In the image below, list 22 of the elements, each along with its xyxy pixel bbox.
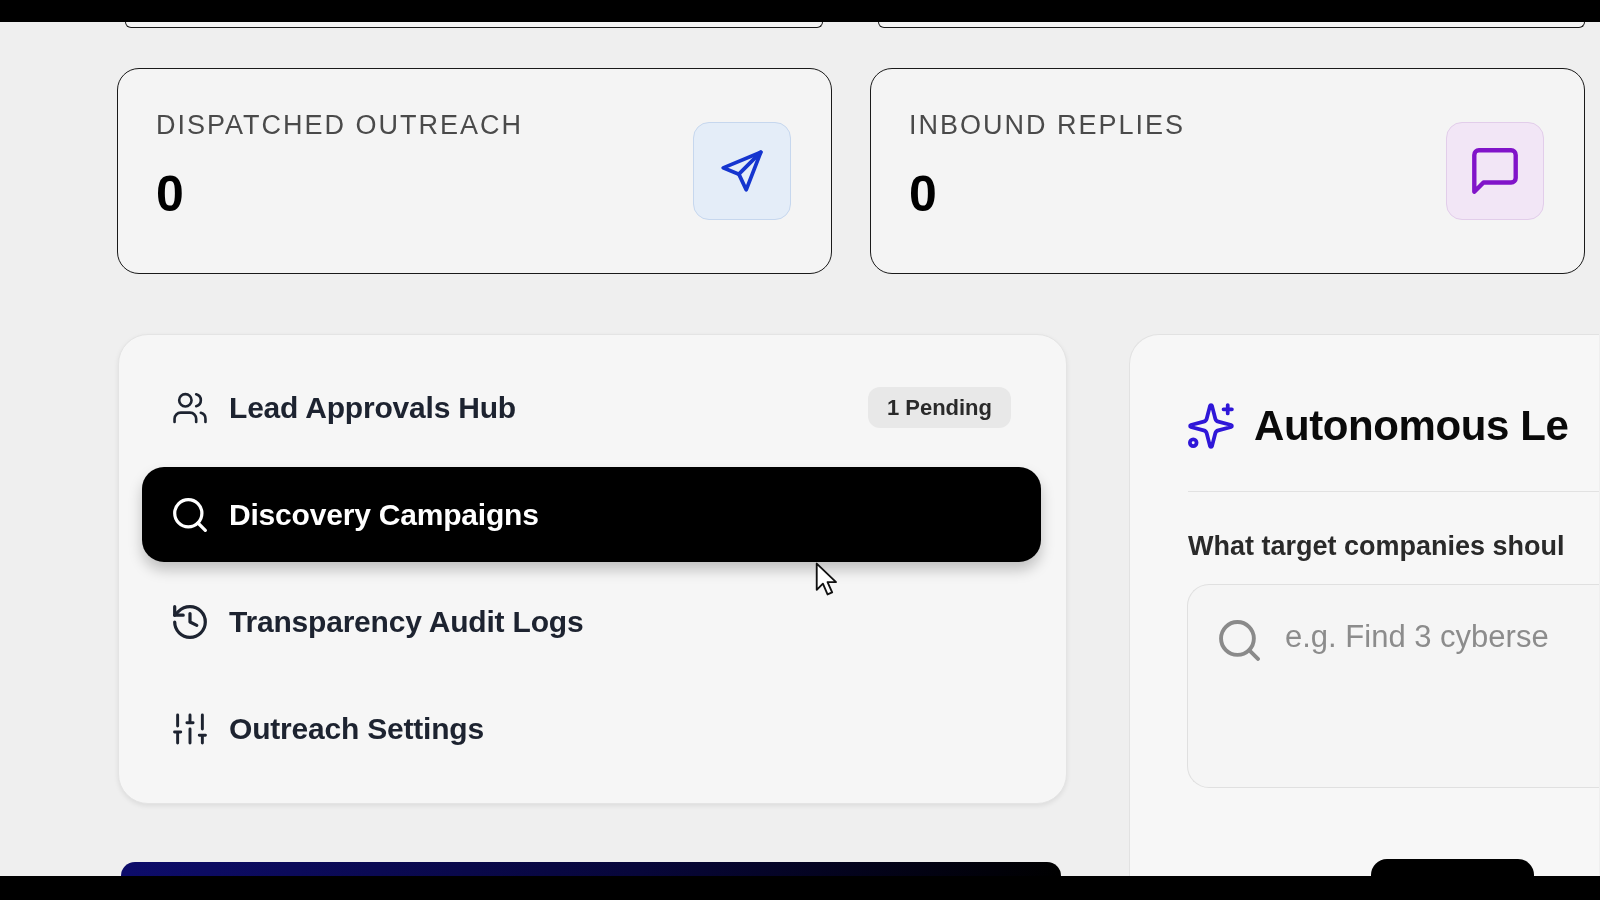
history-icon bbox=[173, 604, 207, 639]
nav-item[interactable]: Outreach Settings bbox=[142, 681, 1041, 776]
message-icon bbox=[1446, 122, 1544, 220]
nav-item[interactable]: Transparency Audit Logs bbox=[142, 574, 1041, 669]
search-icon bbox=[1219, 620, 1260, 661]
panel-title: Autonomous Le bbox=[1254, 401, 1569, 451]
pending-badge: 1 Pending bbox=[867, 387, 1011, 428]
cursor-icon bbox=[815, 562, 837, 596]
stat-value: 0 bbox=[156, 169, 185, 219]
search-icon bbox=[173, 497, 207, 532]
stat-value: 0 bbox=[909, 169, 938, 219]
stat-label: INBOUND REPLIES bbox=[909, 109, 1186, 141]
nav-item[interactable]: Lead Approvals Hub 1 Pending bbox=[142, 360, 1041, 455]
stat-label: DISPATCHED OUTREACH bbox=[156, 109, 524, 141]
sliders-icon bbox=[173, 711, 207, 746]
action-button[interactable] bbox=[1371, 859, 1534, 876]
prompt-label: What target companies shoul bbox=[1188, 530, 1566, 562]
send-icon bbox=[693, 122, 791, 220]
prompt-field[interactable]: e.g. Find 3 cyberse bbox=[1187, 584, 1599, 788]
sparkle-icon bbox=[1188, 403, 1234, 449]
users-icon bbox=[173, 390, 207, 425]
nav-item[interactable]: Discovery Campaigns bbox=[142, 467, 1041, 562]
